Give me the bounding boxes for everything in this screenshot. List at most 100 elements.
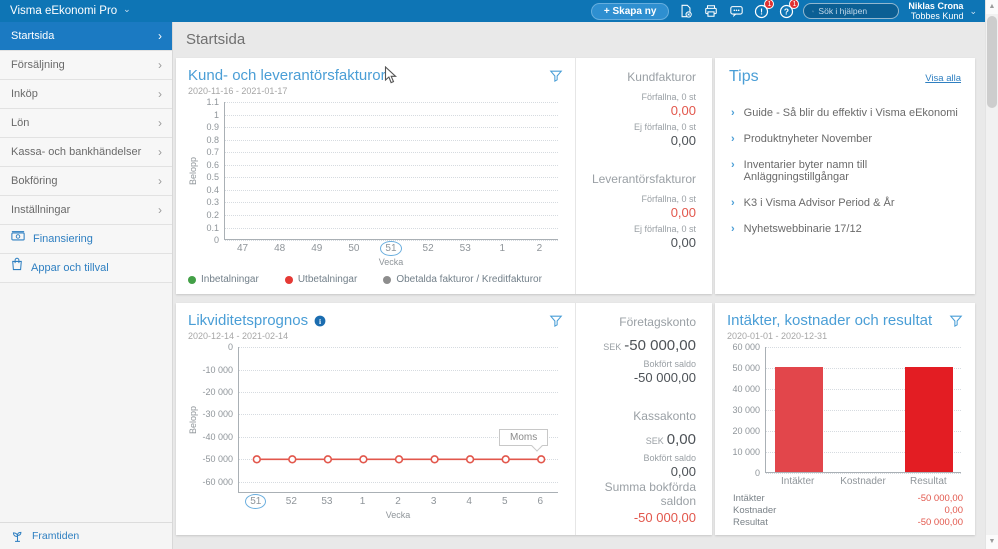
x-tick-label: 53 (309, 496, 345, 507)
scrollbar-thumb[interactable] (987, 16, 997, 108)
tip-link[interactable]: › Produktnyheter November (729, 126, 961, 152)
liquidity-chart: Belopp 0-10 000-20 000-30 000-40 000-50 … (188, 347, 563, 520)
y-tick-label: 0.1 (206, 223, 219, 233)
legend-item: Utbetalningar (285, 274, 357, 285)
main-content: Startsida Kund- och leverantörsfakturor … (174, 22, 985, 549)
invoices-panel: Kundfakturor Förfallna, 0 st 0,00Ej förf… (575, 58, 712, 294)
sidebar-item-finansiering[interactable]: Finansiering (0, 225, 172, 254)
plot-area (224, 102, 558, 240)
scroll-down-arrow[interactable]: ▼ (986, 535, 998, 549)
summary-row: Resultat -50 000,00 (733, 517, 963, 529)
notifications-icon[interactable]: ! 1 (753, 3, 769, 19)
total-balance: Summa bokförda saldon -50 000,00 (584, 480, 696, 525)
x-tick-label: 5 (487, 496, 523, 507)
printer-icon[interactable] (703, 3, 719, 19)
user-company: Tobbes Kund (908, 11, 963, 21)
account-section: Kassakonto SEK0,00 Bokfört saldo 0,00 (584, 409, 696, 479)
chevron-right-icon: › (158, 109, 162, 137)
y-tick-label: 0 (214, 235, 219, 245)
panel-section: Kundfakturor Förfallna, 0 st 0,00Ej förf… (584, 70, 696, 148)
y-tick-label: 0.3 (206, 197, 219, 207)
chevron-right-icon: › (158, 51, 162, 79)
filter-icon[interactable] (549, 314, 563, 328)
filter-icon[interactable] (549, 69, 563, 83)
tip-link[interactable]: › K3 i Visma Advisor Period & År (729, 190, 961, 216)
info-icon[interactable]: i (314, 315, 326, 327)
tip-label: Inventarier byter namn till Anläggningst… (744, 159, 961, 183)
x-tick-label: 1 (345, 496, 381, 507)
banknote-icon (11, 225, 25, 253)
help-icon[interactable]: ? 1 (778, 3, 794, 19)
filter-icon[interactable] (949, 314, 963, 328)
chat-icon[interactable] (728, 3, 744, 19)
sidebar-item-startsida[interactable]: Startsida › (0, 22, 172, 51)
y-tick-label: 0.6 (206, 160, 219, 170)
show-all-link[interactable]: Visa alla (925, 73, 961, 84)
document-icon[interactable] (678, 3, 694, 19)
panel-section-header: Leverantörsfakturor (584, 172, 696, 186)
panel-row-value: 0,00 (584, 235, 696, 250)
chevron-right-icon: › (731, 223, 735, 235)
summary-value: 0,00 (945, 505, 964, 517)
sidebar-item-l-n[interactable]: Lön › (0, 109, 172, 138)
sidebar-item-f-rs-ljning[interactable]: Försäljning › (0, 51, 172, 80)
x-tick-label: 51 (238, 496, 274, 507)
legend-dot (383, 276, 391, 284)
tip-link[interactable]: › Guide - Så blir du effektiv i Visma eE… (729, 100, 961, 126)
summary-label: Resultat (733, 517, 768, 529)
y-tick-label: 0.7 (206, 147, 219, 157)
chart-tooltip: Moms (499, 429, 548, 446)
y-tick-label: 0 (755, 468, 760, 478)
summary-label: Kostnader (733, 505, 776, 517)
liquidity-card: Likviditetsprognos i 2020-12-14 - 2021-0… (176, 303, 712, 535)
x-axis-label: Vecka (238, 510, 558, 520)
panel-row-label: Förfallna, 0 st (584, 92, 696, 102)
sidebar-item-appar-och-tillval[interactable]: Appar och tillval (0, 254, 172, 283)
create-new-button[interactable]: + Skapa ny (591, 3, 670, 20)
chevron-right-icon: › (731, 197, 735, 209)
search-input[interactable] (818, 6, 890, 16)
user-menu[interactable]: Niklas Crona Tobbes Kund ⌄ (908, 1, 977, 21)
panel-row-value: 0,00 (584, 133, 696, 148)
card-title: Likviditetsprognos (188, 312, 308, 329)
sidebar-item-ink-p[interactable]: Inköp › (0, 80, 172, 109)
scroll-up-arrow[interactable]: ▲ (986, 0, 998, 14)
tip-label: K3 i Visma Advisor Period & År (744, 197, 895, 209)
card-period: 2020-12-14 - 2021-02-14 (188, 331, 326, 341)
gridline (225, 177, 558, 178)
invoices-card: Kund- och leverantörsfakturor 2020-11-16… (176, 58, 712, 294)
panel-row-value: 0,00 (584, 103, 696, 118)
shopping-bag-icon (11, 254, 23, 282)
gridline (225, 115, 558, 116)
svg-text:!: ! (760, 6, 763, 16)
gridline (225, 215, 558, 216)
x-category-label: Intäkter (765, 476, 830, 487)
panel-section-header: Kundfakturor (584, 70, 696, 84)
tip-link[interactable]: › Nyhetswebbinarie 17/12 (729, 216, 961, 242)
y-tick-label: 60 000 (732, 342, 760, 352)
y-tick-label: 30 000 (732, 405, 760, 415)
balance-value: -50 000,00 (584, 370, 696, 385)
sidebar-item-bokf-ring[interactable]: Bokföring › (0, 167, 172, 196)
total-label: Summa bokförda saldon (584, 480, 696, 508)
legend-item: Inbetalningar (188, 274, 259, 285)
chevron-right-icon: › (158, 167, 162, 195)
y-tick-label: 1 (214, 110, 219, 120)
help-search[interactable] (803, 3, 899, 19)
balance-label: Bokfört saldo (584, 359, 696, 369)
chevron-right-icon: › (158, 196, 162, 224)
gridline (225, 190, 558, 191)
result-chart: 60 00050 00040 00030 00020 00010 0000 In… (727, 347, 963, 487)
sidebar-item-inst-llningar[interactable]: Inställningar › (0, 196, 172, 225)
tip-link[interactable]: › Inventarier byter namn till Anläggning… (729, 152, 961, 190)
sidebar-item-framtiden[interactable]: Framtiden (0, 522, 172, 549)
sidebar-item-kassa-och-bankh-ndelser[interactable]: Kassa- och bankhändelser › (0, 138, 172, 167)
vertical-scrollbar[interactable]: ▲ ▼ (985, 0, 998, 549)
y-tick-label: 10 000 (732, 447, 760, 457)
app-menu[interactable]: Visma eEkonomi Pro ⌄ (10, 5, 131, 17)
gridline (225, 102, 558, 103)
card-period: 2020-11-16 - 2021-01-17 (188, 86, 386, 96)
x-category-label: Resultat (896, 476, 961, 487)
y-tick-label: 40 000 (732, 384, 760, 394)
legend-dot (188, 276, 196, 284)
